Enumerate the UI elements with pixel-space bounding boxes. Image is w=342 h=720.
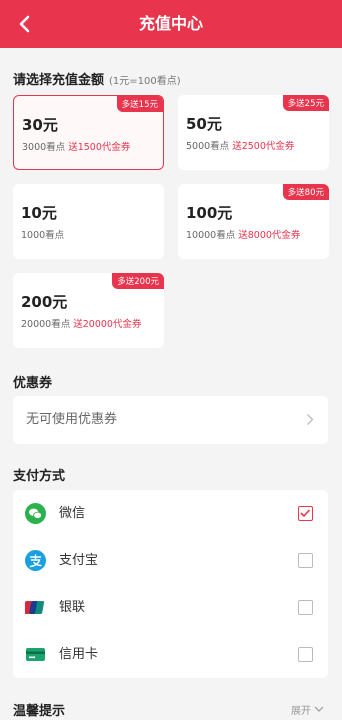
package-price: 10元: [21, 204, 57, 222]
payment-option-alipay[interactable]: 支付宝: [13, 537, 328, 584]
coupon-value: 无可使用优惠券: [26, 412, 118, 427]
amount-section-title: 请选择充值金额 (1元=100看点): [13, 69, 181, 88]
package-points: 1000看点: [21, 230, 65, 241]
credit-card-icon: [26, 648, 45, 661]
page-title: 充值中心: [138, 14, 203, 33]
payment-label: 信用卡: [59, 647, 99, 662]
package-price: 200元: [21, 293, 68, 311]
wechat-icon: [25, 503, 46, 524]
unionpay-icon: [25, 601, 45, 614]
package-desc: 5000看点 送2500代金券: [186, 138, 294, 152]
package-card-10[interactable]: 10元 1000看点: [13, 184, 164, 259]
payment-checkbox[interactable]: [298, 506, 313, 521]
package-points: 10000看点: [186, 230, 236, 241]
package-card-100[interactable]: 多送80元 100元 10000看点 送8000代金券: [178, 184, 329, 259]
package-bonus: 送8000代金券: [238, 230, 301, 241]
payment-option-credit-card[interactable]: 信用卡: [13, 631, 328, 678]
payment-label: 支付宝: [59, 553, 99, 568]
coupon-section-title: 优惠券: [13, 376, 53, 391]
package-points: 5000看点: [186, 141, 230, 152]
exchange-rate-hint: (1元=100看点): [109, 76, 181, 87]
amount-section-label: 请选择充值金额: [13, 73, 105, 88]
package-card-50[interactable]: 多送25元 50元 5000看点 送2500代金券: [178, 95, 329, 170]
payment-checkbox[interactable]: [298, 600, 313, 615]
package-price: 30元: [22, 116, 58, 134]
payment-checkbox[interactable]: [298, 647, 313, 662]
package-card-200[interactable]: 多送200元 200元 20000看点 送20000代金券: [13, 273, 164, 348]
payment-section-title: 支付方式: [13, 469, 66, 484]
package-price: 50元: [186, 115, 222, 133]
package-bonus: 送1500代金券: [68, 142, 131, 153]
package-bonus: 送2500代金券: [232, 141, 295, 152]
bonus-badge: 多送25元: [282, 95, 329, 111]
package-bonus: 送20000代金券: [73, 319, 142, 330]
package-desc: 10000看点 送8000代金券: [186, 227, 300, 241]
payment-option-unionpay[interactable]: 银联: [13, 584, 328, 631]
coupon-selector[interactable]: 无可使用优惠券: [13, 396, 328, 444]
bonus-badge: 多送200元: [112, 273, 164, 289]
package-points: 3000看点: [22, 142, 66, 153]
package-price: 100元: [186, 204, 233, 222]
chevron-down-icon: [314, 706, 324, 712]
tips-section-title: 温馨提示: [13, 704, 66, 719]
payment-option-wechat[interactable]: 微信: [13, 490, 328, 537]
checkmark-icon: [300, 509, 311, 518]
package-card-30[interactable]: 多送15元 30元 3000看点 送1500代金券: [13, 95, 164, 170]
payment-label: 微信: [59, 506, 86, 521]
package-desc: 1000看点: [21, 227, 64, 241]
payment-label: 银联: [59, 600, 86, 615]
top-bar: 充值中心: [0, 0, 342, 48]
bonus-badge: 多送80元: [282, 184, 329, 200]
package-points: 20000看点: [21, 319, 71, 330]
tips-expand-button[interactable]: 展开: [291, 702, 324, 717]
bonus-badge: 多送15元: [116, 96, 163, 112]
package-desc: 20000看点 送20000代金券: [21, 316, 141, 330]
payment-methods: 微信 支付宝 银联 信用卡: [13, 490, 328, 678]
alipay-icon: [25, 550, 46, 571]
chevron-right-icon: [307, 414, 314, 425]
package-desc: 3000看点 送1500代金券: [22, 139, 130, 153]
expand-label: 展开: [291, 706, 311, 717]
payment-checkbox[interactable]: [298, 553, 313, 568]
